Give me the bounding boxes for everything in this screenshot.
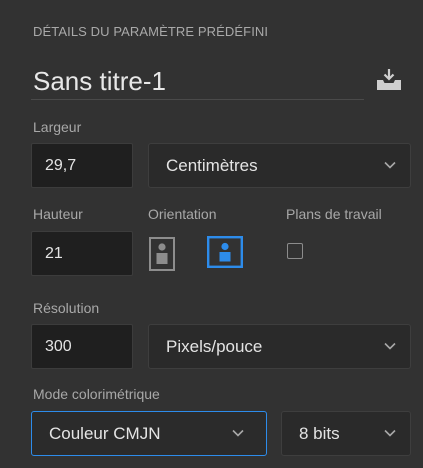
- artboards-checkbox[interactable]: [287, 243, 303, 259]
- width-unit-value: Centimètres: [166, 155, 258, 175]
- width-unit-select[interactable]: Centimètres: [148, 143, 411, 188]
- artboards-label: Plans de travail: [286, 206, 382, 222]
- chevron-down-icon: [384, 429, 396, 437]
- chevron-down-icon: [384, 342, 396, 350]
- color-mode-select[interactable]: Couleur CMJN: [31, 411, 267, 456]
- height-label: Hauteur: [33, 206, 83, 222]
- portrait-person-icon: [149, 237, 175, 271]
- height-input[interactable]: 21: [31, 231, 133, 276]
- panel-title: DÉTAILS DU PARAMÈTRE PRÉDÉFINI: [33, 24, 269, 39]
- landscape-person-icon: [207, 236, 243, 269]
- resolution-input[interactable]: 300: [31, 324, 133, 369]
- width-input[interactable]: 29,7: [31, 143, 133, 188]
- resolution-unit-select[interactable]: Pixels/pouce: [148, 324, 411, 369]
- orientation-portrait-button[interactable]: [149, 237, 175, 271]
- chevron-down-icon: [384, 161, 396, 169]
- document-name-field[interactable]: Sans titre-1: [33, 66, 166, 97]
- bit-depth-value: 8 bits: [299, 423, 340, 443]
- color-mode-label: Mode colorimétrique: [33, 386, 160, 402]
- color-mode-value: Couleur CMJN: [49, 423, 161, 443]
- save-preset-icon: [377, 69, 401, 90]
- chevron-down-icon: [232, 429, 244, 437]
- save-preset-button[interactable]: [374, 66, 404, 94]
- width-label: Largeur: [33, 119, 82, 135]
- orientation-label: Orientation: [148, 206, 217, 222]
- resolution-label: Résolution: [33, 300, 100, 316]
- resolution-unit-value: Pixels/pouce: [166, 336, 263, 356]
- orientation-landscape-button[interactable]: [207, 236, 243, 269]
- document-name-underline: [31, 99, 364, 100]
- bit-depth-select[interactable]: 8 bits: [281, 411, 411, 456]
